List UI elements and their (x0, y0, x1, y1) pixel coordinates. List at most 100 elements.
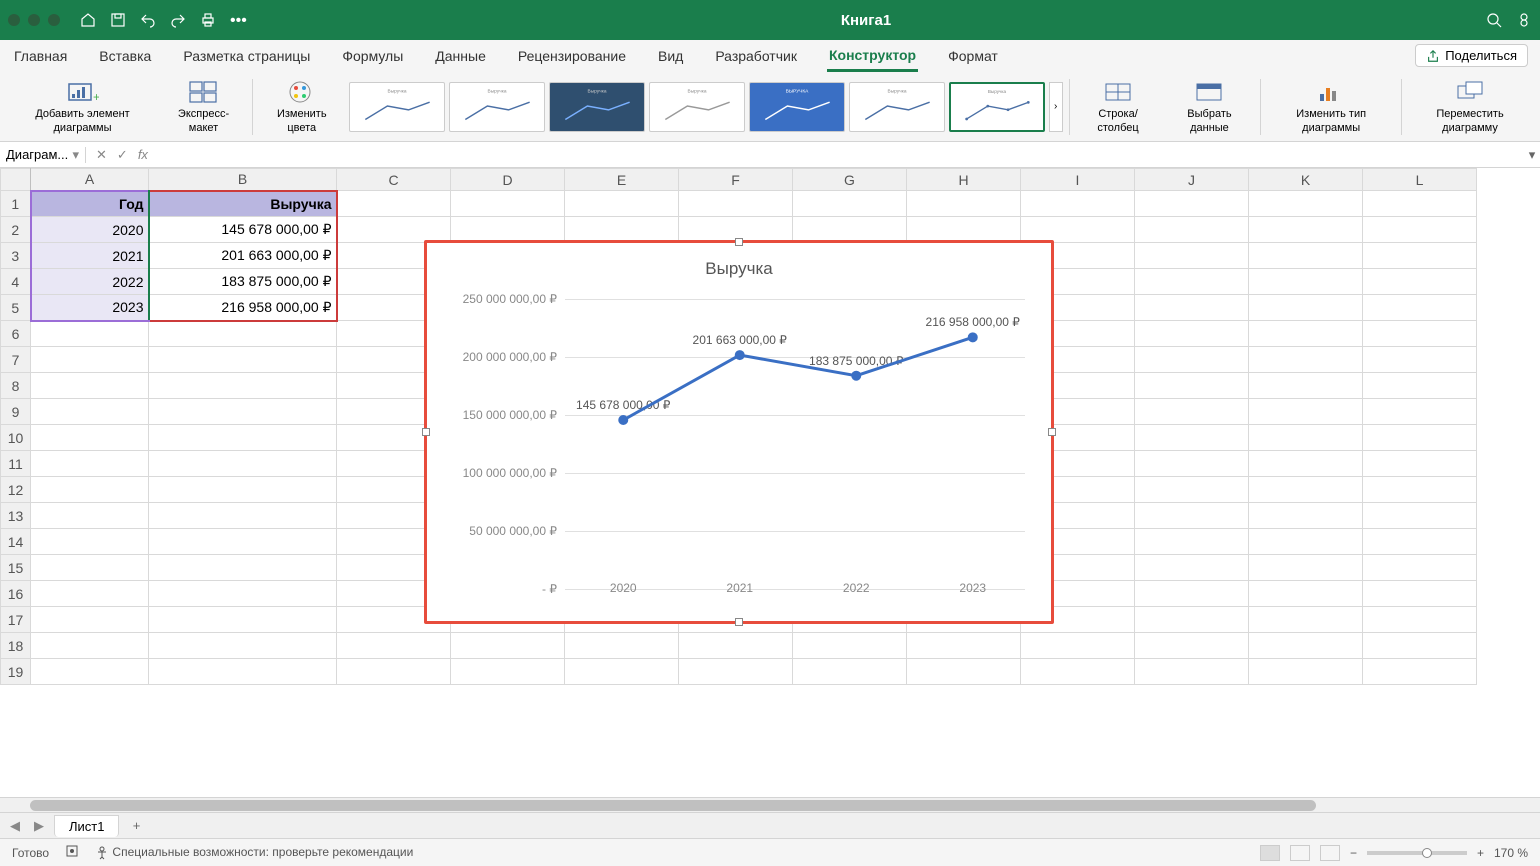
cell[interactable] (1249, 555, 1363, 581)
sheet-prev-icon[interactable]: ◀ (6, 818, 24, 834)
chart-style-4[interactable]: Выручка (649, 82, 745, 132)
sheet-next-icon[interactable]: ▶ (30, 818, 48, 834)
cell[interactable] (31, 581, 149, 607)
cell[interactable] (1363, 243, 1477, 269)
tab-view[interactable]: Вид (656, 42, 685, 70)
cell[interactable] (1363, 217, 1477, 243)
cell[interactable] (1363, 321, 1477, 347)
cell[interactable] (31, 607, 149, 633)
zoom-in-button[interactable]: + (1477, 846, 1484, 860)
cell[interactable] (31, 503, 149, 529)
cell[interactable] (793, 659, 907, 685)
row-header[interactable]: 15 (1, 555, 31, 581)
cell[interactable] (1249, 477, 1363, 503)
cell[interactable] (1135, 529, 1249, 555)
print-icon[interactable] (200, 12, 216, 28)
name-box[interactable]: Диаграм... ▾ (0, 147, 86, 163)
cell[interactable]: 2021 (31, 243, 149, 269)
chart-style-6[interactable]: Выручка (849, 82, 945, 132)
cell[interactable] (1021, 659, 1135, 685)
cell[interactable] (1249, 503, 1363, 529)
move-chart-button[interactable]: Переместить диаграмму (1408, 76, 1532, 137)
tab-data[interactable]: Данные (433, 42, 488, 70)
change-chart-type-button[interactable]: Изменить тип диаграммы (1267, 76, 1395, 137)
cell[interactable] (1135, 633, 1249, 659)
horizontal-scrollbar[interactable] (0, 797, 1540, 812)
cell[interactable]: 183 875 000,00 ₽ (149, 269, 337, 295)
cell[interactable] (1135, 503, 1249, 529)
cell[interactable] (451, 633, 565, 659)
cell[interactable] (1249, 269, 1363, 295)
cell[interactable]: 201 663 000,00 ₽ (149, 243, 337, 269)
chart-style-1[interactable]: Выручка (349, 82, 445, 132)
cell[interactable] (337, 191, 451, 217)
cell[interactable] (1249, 321, 1363, 347)
cell[interactable] (337, 659, 451, 685)
feedback-icon[interactable] (1516, 12, 1532, 28)
cell[interactable] (793, 191, 907, 217)
row-header[interactable]: 2 (1, 217, 31, 243)
cell[interactable] (1021, 633, 1135, 659)
cell[interactable] (1249, 425, 1363, 451)
cell[interactable] (1135, 217, 1249, 243)
row-header[interactable]: 16 (1, 581, 31, 607)
column-header[interactable]: K (1249, 169, 1363, 191)
cell[interactable]: 216 958 000,00 ₽ (149, 295, 337, 321)
cancel-formula-icon[interactable]: ✕ (96, 147, 107, 163)
cell[interactable] (1135, 347, 1249, 373)
close-window[interactable] (8, 14, 20, 26)
accessibility-status[interactable]: Специальные возможности: проверьте реком… (95, 845, 413, 860)
column-header[interactable]: C (337, 169, 451, 191)
cell[interactable]: 2020 (31, 217, 149, 243)
search-icon[interactable] (1486, 12, 1502, 28)
row-header[interactable]: 4 (1, 269, 31, 295)
cell[interactable] (565, 633, 679, 659)
cell[interactable] (565, 217, 679, 243)
tab-review[interactable]: Рецензирование (516, 42, 628, 70)
cell[interactable]: 2022 (31, 269, 149, 295)
column-header[interactable]: B (149, 169, 337, 191)
cell[interactable] (1249, 243, 1363, 269)
cell[interactable] (1363, 269, 1477, 295)
zoom-slider[interactable] (1367, 851, 1467, 855)
cell[interactable] (907, 191, 1021, 217)
cell[interactable] (149, 347, 337, 373)
column-header[interactable]: A (31, 169, 149, 191)
row-header[interactable]: 17 (1, 607, 31, 633)
cell[interactable] (1249, 295, 1363, 321)
cell[interactable] (31, 347, 149, 373)
tab-pagelayout[interactable]: Разметка страницы (181, 42, 312, 70)
window-controls[interactable] (8, 14, 60, 26)
cell[interactable] (1021, 217, 1135, 243)
zoom-out-button[interactable]: − (1350, 846, 1357, 860)
row-header[interactable]: 14 (1, 529, 31, 555)
cell[interactable] (1363, 373, 1477, 399)
change-colors-button[interactable]: Изменить цвета (259, 76, 345, 137)
cell[interactable] (1249, 347, 1363, 373)
cell[interactable] (31, 633, 149, 659)
chart-resize-handle[interactable] (735, 238, 743, 246)
cell[interactable] (31, 399, 149, 425)
cell[interactable] (337, 633, 451, 659)
cell[interactable] (31, 425, 149, 451)
cell[interactable] (1135, 581, 1249, 607)
home-icon[interactable] (80, 12, 96, 28)
cell[interactable] (149, 503, 337, 529)
chart-line-series[interactable] (565, 299, 1031, 589)
cell[interactable] (1135, 269, 1249, 295)
cell[interactable]: 2023 (31, 295, 149, 321)
cell[interactable] (1249, 529, 1363, 555)
row-header[interactable]: 3 (1, 243, 31, 269)
cell[interactable] (679, 191, 793, 217)
view-pagebreak-button[interactable] (1320, 845, 1340, 861)
embedded-chart[interactable]: Выручка - ₽50 000 000,00 ₽100 000 000,00… (424, 240, 1054, 624)
cell[interactable] (1363, 607, 1477, 633)
cell[interactable] (149, 373, 337, 399)
column-header[interactable]: G (793, 169, 907, 191)
cell[interactable] (679, 659, 793, 685)
cell[interactable] (149, 477, 337, 503)
fx-icon[interactable]: fx (138, 147, 148, 163)
chart-data-point[interactable] (851, 371, 861, 381)
enter-formula-icon[interactable]: ✓ (117, 147, 128, 163)
column-header[interactable]: E (565, 169, 679, 191)
